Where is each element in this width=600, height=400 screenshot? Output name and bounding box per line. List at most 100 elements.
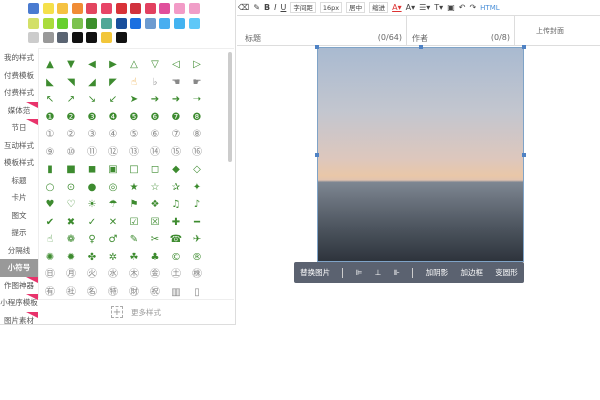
symbol-item[interactable]: ▽ bbox=[146, 58, 164, 72]
more-styles-button[interactable]: + 更多样式 bbox=[38, 299, 234, 324]
upload-cover-button[interactable]: 上传封面 bbox=[515, 16, 600, 46]
underline-button[interactable]: U bbox=[280, 3, 286, 12]
symbol-item[interactable]: ◼ bbox=[83, 163, 101, 177]
symbol-item[interactable]: ▶ bbox=[104, 58, 122, 72]
symbol-item[interactable]: ㊕ bbox=[104, 286, 122, 300]
scrollbar[interactable] bbox=[228, 52, 232, 162]
color-swatch[interactable] bbox=[42, 17, 54, 29]
symbol-item[interactable]: □ bbox=[125, 163, 143, 177]
symbol-item[interactable]: ㊐ bbox=[41, 268, 59, 282]
symbol-item[interactable]: ☑ bbox=[125, 216, 143, 230]
color-swatch[interactable] bbox=[159, 17, 171, 29]
symbol-item[interactable]: ◁ bbox=[167, 58, 185, 72]
symbol-item[interactable]: ⑬ bbox=[125, 146, 143, 160]
symbol-item[interactable]: ▲ bbox=[41, 58, 59, 72]
sidebar-tab[interactable]: 提示 bbox=[0, 224, 38, 242]
symbol-item[interactable]: ® bbox=[188, 251, 206, 265]
symbol-item[interactable]: ➜ bbox=[167, 93, 185, 107]
add-border-button[interactable]: 加边框 bbox=[460, 267, 483, 278]
symbol-item[interactable]: ☘ bbox=[125, 251, 143, 265]
symbol-item[interactable]: ❻ bbox=[146, 111, 164, 125]
color-swatch[interactable] bbox=[86, 3, 98, 14]
color-swatch[interactable] bbox=[174, 17, 185, 29]
sidebar-tab[interactable]: 标题 bbox=[0, 172, 38, 190]
color-swatch[interactable] bbox=[42, 32, 54, 43]
symbol-item[interactable]: ◀ bbox=[83, 58, 101, 72]
symbol-item[interactable]: ◆ bbox=[167, 163, 185, 177]
symbol-item[interactable]: ⑤ bbox=[125, 128, 143, 142]
symbol-item[interactable]: ③ bbox=[83, 128, 101, 142]
symbol-item[interactable]: ⑮ bbox=[167, 146, 185, 160]
replace-image-button[interactable]: 替换图片 bbox=[300, 267, 330, 278]
color-swatch[interactable] bbox=[42, 3, 54, 14]
sidebar-tab[interactable]: 小程序模板 bbox=[0, 294, 38, 312]
resize-handle[interactable] bbox=[315, 153, 319, 157]
symbol-item[interactable]: ♣ bbox=[146, 251, 164, 265]
sidebar-tab[interactable]: 我的样式 bbox=[0, 49, 38, 67]
symbol-item[interactable]: ◤ bbox=[104, 76, 122, 90]
symbol-item[interactable]: ㊗ bbox=[146, 286, 164, 300]
symbol-item[interactable]: ✈ bbox=[188, 233, 206, 247]
symbol-item[interactable]: ☎ bbox=[167, 233, 185, 247]
indent-button[interactable]: 缩进 bbox=[369, 2, 389, 13]
sidebar-tab[interactable]: 图文 bbox=[0, 207, 38, 225]
align-left-icon[interactable]: ⊫ bbox=[356, 268, 363, 277]
symbol-item[interactable]: ㊖ bbox=[125, 286, 143, 300]
symbol-item[interactable]: ㊌ bbox=[104, 268, 122, 282]
color-swatch[interactable] bbox=[130, 3, 142, 14]
resize-handle[interactable] bbox=[315, 45, 319, 49]
symbol-item[interactable]: ⑨ bbox=[41, 146, 59, 160]
symbol-item[interactable]: ❺ bbox=[125, 111, 143, 125]
symbol-item[interactable]: ⑩ bbox=[62, 146, 80, 160]
symbol-item[interactable]: ✤ bbox=[83, 251, 101, 265]
symbol-item[interactable]: ⑧ bbox=[188, 128, 206, 142]
symbol-item[interactable]: ━ bbox=[188, 216, 206, 230]
symbol-item[interactable]: ✹ bbox=[62, 251, 80, 265]
symbol-item[interactable]: ㊋ bbox=[83, 268, 101, 282]
symbol-item[interactable]: ⊙ bbox=[62, 181, 80, 195]
symbol-item[interactable]: ❽ bbox=[188, 111, 206, 125]
symbol-item[interactable]: ✓ bbox=[83, 216, 101, 230]
color-swatch[interactable] bbox=[71, 3, 83, 14]
symbol-item[interactable]: ㊍ bbox=[125, 268, 143, 282]
italic-button[interactable]: I bbox=[274, 3, 276, 12]
symbol-item[interactable]: ⚑ bbox=[125, 198, 143, 212]
symbol-item[interactable]: ♀ bbox=[83, 233, 101, 247]
color-swatch[interactable] bbox=[86, 17, 98, 29]
symbol-item[interactable]: ⑥ bbox=[146, 128, 164, 142]
symbol-item[interactable]: ☝ bbox=[41, 233, 59, 247]
symbol-item[interactable]: ❹ bbox=[104, 111, 122, 125]
symbol-item[interactable]: ✲ bbox=[104, 251, 122, 265]
color-swatch[interactable] bbox=[101, 32, 112, 43]
symbol-item[interactable]: ✦ bbox=[188, 181, 206, 195]
sidebar-tab[interactable]: 模板样式 bbox=[0, 154, 38, 172]
resize-handle[interactable] bbox=[522, 45, 526, 49]
bg-color-button[interactable]: A▾ bbox=[406, 3, 416, 12]
color-swatch[interactable] bbox=[101, 3, 112, 14]
color-swatch[interactable] bbox=[28, 17, 39, 29]
sidebar-tab[interactable]: 卡片 bbox=[0, 189, 38, 207]
symbol-item[interactable]: ◢ bbox=[83, 76, 101, 90]
sidebar-tab[interactable]: 小符号 bbox=[0, 259, 38, 277]
symbol-item[interactable]: ✖ bbox=[62, 216, 80, 230]
symbol-item[interactable]: ■ bbox=[62, 163, 80, 177]
symbol-item[interactable]: © bbox=[167, 251, 185, 265]
selected-image[interactable] bbox=[317, 47, 524, 262]
sidebar-tab[interactable]: 图片素材 bbox=[0, 311, 38, 330]
symbol-item[interactable]: ㊊ bbox=[62, 268, 80, 282]
sidebar-tab[interactable]: 节日 bbox=[0, 119, 38, 137]
symbol-item[interactable]: ☛ bbox=[188, 76, 206, 90]
symbol-item[interactable]: ◎ bbox=[104, 181, 122, 195]
symbol-item[interactable]: ☝ bbox=[125, 76, 143, 90]
redo-icon[interactable]: ↷ bbox=[469, 3, 476, 12]
color-swatch[interactable] bbox=[101, 17, 112, 29]
add-shadow-button[interactable]: 加阴影 bbox=[426, 267, 449, 278]
html-button[interactable]: HTML bbox=[480, 4, 499, 12]
letter-spacing-button[interactable]: 字间距 bbox=[290, 2, 316, 13]
color-swatch[interactable] bbox=[159, 3, 171, 14]
align-center-icon[interactable]: ⊥ bbox=[375, 268, 382, 277]
color-swatch[interactable] bbox=[174, 3, 185, 14]
symbol-item[interactable]: ▣ bbox=[104, 163, 122, 177]
symbol-item[interactable]: ✂ bbox=[146, 233, 164, 247]
symbol-item[interactable]: ○ bbox=[41, 181, 59, 195]
